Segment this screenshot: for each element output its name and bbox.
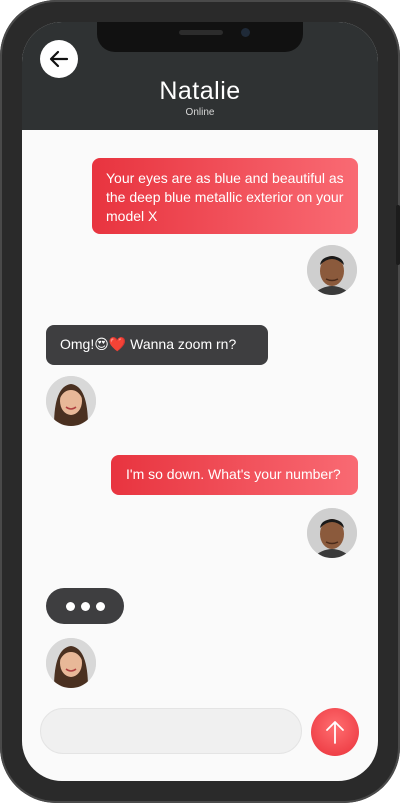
typing-dot	[95, 601, 105, 611]
message-text: Your eyes are as blue and beautiful as t…	[106, 170, 344, 224]
arrow-left-icon	[49, 50, 69, 68]
man-avatar-icon	[307, 245, 357, 295]
chat-header: Natalie Online	[22, 22, 378, 130]
avatar-natalie	[46, 376, 96, 426]
contact-name: Natalie	[159, 77, 241, 105]
chat-screen: Natalie Online Your eyes are as blue and…	[22, 22, 378, 781]
avatar-me	[307, 508, 357, 558]
message-text: Omg!😍❤️ Wanna zoom rn?	[60, 336, 237, 352]
message-bubble-outgoing[interactable]: Your eyes are as blue and beautiful as t…	[92, 158, 358, 234]
notch	[97, 22, 303, 52]
contact-status: Online	[185, 107, 215, 118]
send-button[interactable]	[311, 708, 359, 756]
woman-avatar-icon	[46, 376, 96, 426]
speaker	[179, 30, 223, 35]
message-bubble-incoming[interactable]: Omg!😍❤️ Wanna zoom rn?	[46, 325, 268, 365]
side-button	[396, 205, 400, 265]
message-bubble-outgoing[interactable]: I'm so down. What's your number?	[111, 455, 358, 495]
message-input[interactable]	[40, 708, 302, 754]
back-button[interactable]	[40, 40, 78, 78]
man-avatar-icon	[307, 508, 357, 558]
typing-dot	[80, 601, 90, 611]
phone-frame: Natalie Online Your eyes are as blue and…	[0, 0, 400, 803]
typing-dot	[65, 601, 75, 611]
message-text: I'm so down. What's your number?	[126, 466, 341, 482]
arrow-up-icon	[326, 721, 344, 744]
woman-avatar-icon	[46, 638, 96, 688]
camera	[241, 28, 250, 37]
avatar-me	[307, 245, 357, 295]
typing-indicator	[46, 588, 124, 624]
avatar-natalie	[46, 638, 96, 688]
